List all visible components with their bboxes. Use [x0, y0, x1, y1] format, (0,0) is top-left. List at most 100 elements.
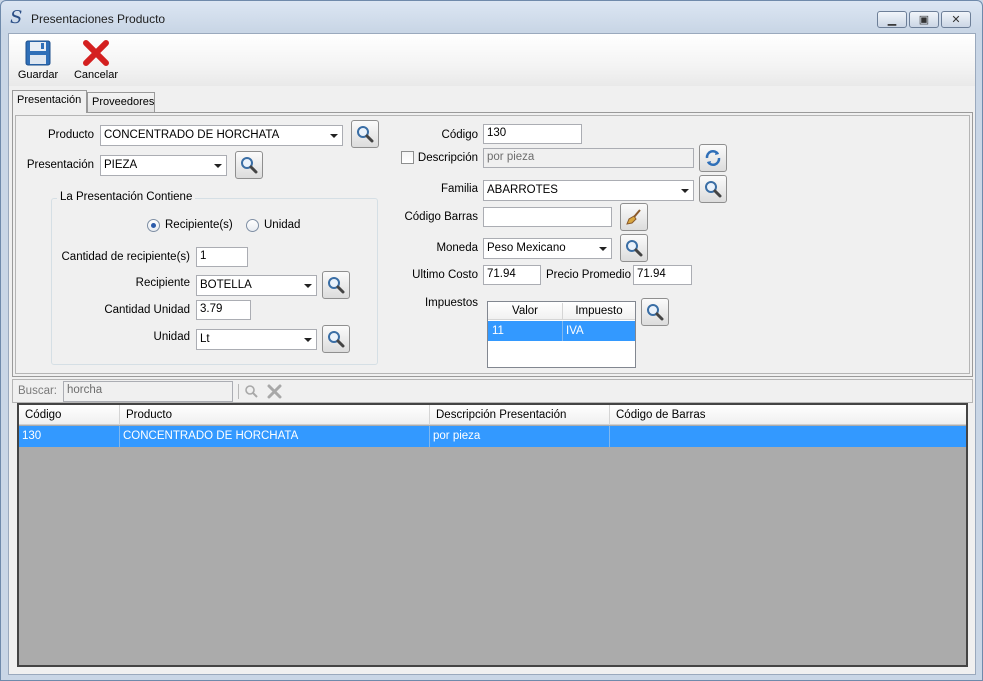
cantidad-unidad-label: Cantidad Unidad [104, 304, 190, 316]
minimize-icon: ▁ [887, 14, 897, 26]
taxes-cell-impuesto: IVA [566, 325, 584, 337]
client-area: Guardar Cancelar Presentación Proveedore… [8, 33, 976, 675]
codigo-barras-label: Código Barras [404, 211, 478, 223]
descripcion-input[interactable]: por pieza [483, 148, 694, 168]
recipiente-value: BOTELLA [200, 279, 252, 291]
unidad-label: Unidad [153, 331, 190, 343]
cell-divider [562, 321, 563, 341]
toolbar-separator [238, 384, 239, 399]
search-input[interactable]: horcha [63, 381, 233, 402]
maximize-icon: ▣ [918, 14, 930, 26]
grid-header-codigo-barras[interactable]: Código de Barras [610, 405, 966, 425]
taxes-table[interactable]: Valor Impuesto 11 IVA [487, 301, 636, 368]
magnifier-icon [357, 126, 374, 143]
title-bar: S Presentaciones Producto ▁ ▣ ✕ [1, 1, 982, 33]
radio-unidad[interactable] [246, 219, 259, 232]
refresh-description-button[interactable] [699, 144, 727, 172]
taxes-header: Valor Impuesto [488, 302, 635, 320]
red-x-icon [83, 40, 109, 66]
taxes-header-impuesto: Impuesto [575, 305, 623, 317]
presentacion-search-button[interactable] [235, 151, 263, 179]
toolbar: Guardar Cancelar [9, 34, 975, 86]
unidad-combo[interactable]: Lt [196, 329, 317, 350]
producto-search-button[interactable] [351, 120, 379, 148]
codigo-input[interactable]: 130 [483, 124, 582, 144]
magnifier-icon [626, 240, 643, 257]
magnifier-icon [705, 181, 722, 198]
presentation-contains-group: La Presentación Contiene Recipiente(s) U… [51, 191, 378, 365]
moneda-combo[interactable]: Peso Mexicano [483, 238, 612, 259]
cancel-label: Cancelar [73, 69, 119, 81]
familia-value: ABARROTES [487, 184, 558, 196]
precio-promedio-label: Precio Promedio [546, 269, 632, 281]
grid-cell-producto: CONCENTRADO DE HORCHATA [120, 426, 430, 447]
chevron-down-icon [599, 247, 607, 251]
chevron-down-icon [330, 134, 338, 138]
presentacion-value: PIEZA [104, 159, 138, 171]
chevron-down-icon [214, 164, 222, 168]
tab-presentacion[interactable]: Presentación [12, 90, 87, 113]
unidad-value: Lt [200, 333, 210, 345]
broom-icon [626, 209, 641, 225]
recipiente-search-button[interactable] [322, 271, 350, 299]
magnifier-icon [328, 331, 345, 348]
codigo-barras-input[interactable] [483, 207, 612, 227]
minimize-button[interactable]: ▁ [877, 11, 907, 28]
ultimo-costo-label: Ultimo Costo [412, 269, 478, 281]
moneda-label: Moneda [436, 242, 478, 254]
unidad-search-button[interactable] [322, 325, 350, 353]
taxes-row[interactable]: 11 IVA [488, 321, 635, 341]
cantidad-unidad-input[interactable]: 3.79 [196, 300, 251, 320]
app-window: S Presentaciones Producto ▁ ▣ ✕ Guardar … [0, 0, 983, 681]
save-button[interactable]: Guardar [12, 38, 64, 84]
recipiente-label: Recipiente [135, 277, 190, 289]
grid-cell-codigo: 130 [19, 426, 120, 447]
presentacion-combo[interactable]: PIEZA [100, 155, 227, 176]
close-window-button[interactable]: ✕ [941, 11, 971, 28]
grid-header-descripcion[interactable]: Descripción Presentación [430, 405, 610, 425]
results-grid[interactable]: Código Producto Descripción Presentación… [17, 403, 968, 667]
grid-header-producto[interactable]: Producto [120, 405, 430, 425]
cancel-button[interactable]: Cancelar [70, 38, 122, 84]
cantidad-recipiente-label: Cantidad de recipiente(s) [61, 251, 191, 263]
magnifier-icon [647, 304, 664, 321]
impuestos-label: Impuestos [424, 297, 478, 309]
grid-header-codigo[interactable]: Código [19, 405, 120, 425]
chevron-down-icon [304, 284, 312, 288]
chevron-down-icon [304, 338, 312, 342]
moneda-search-button[interactable] [620, 234, 648, 262]
precio-promedio-input[interactable]: 71.94 [633, 265, 692, 285]
recipiente-combo[interactable]: BOTELLA [196, 275, 317, 296]
refresh-icon [705, 150, 721, 166]
impuestos-search-button[interactable] [641, 298, 669, 326]
familia-label: Familia [440, 183, 478, 195]
floppy-disk-icon [25, 40, 51, 66]
grid-cell-descripcion: por pieza [430, 426, 610, 447]
magnifier-icon [328, 277, 345, 294]
ultimo-costo-input[interactable]: 71.94 [483, 265, 541, 285]
magnifier-icon [241, 157, 258, 174]
tab-proveedores[interactable]: Proveedores [87, 92, 155, 112]
search-icon[interactable] [244, 384, 259, 399]
grid-header: Código Producto Descripción Presentación… [19, 405, 966, 425]
cantidad-recipiente-input[interactable]: 1 [196, 247, 248, 267]
clear-barcode-button[interactable] [620, 203, 648, 231]
save-label: Guardar [17, 69, 59, 81]
maximize-button[interactable]: ▣ [909, 11, 939, 28]
presentacion-label: Presentación [26, 159, 94, 171]
chevron-down-icon [681, 189, 689, 193]
radio-recipiente[interactable] [147, 219, 160, 232]
clear-search-icon[interactable] [267, 384, 282, 399]
search-bar: Buscar: horcha [12, 379, 973, 403]
producto-label: Producto [47, 129, 94, 141]
window-title: Presentaciones Producto [31, 12, 166, 26]
table-row[interactable]: 130 CONCENTRADO DE HORCHATA por pieza [19, 426, 966, 447]
producto-combo[interactable]: CONCENTRADO DE HORCHATA [100, 125, 343, 146]
app-icon: S [10, 7, 23, 28]
producto-value: CONCENTRADO DE HORCHATA [104, 129, 280, 141]
familia-combo[interactable]: ABARROTES [483, 180, 694, 201]
grid-cell-codigo-barras [610, 426, 966, 447]
form-panel: Producto CONCENTRADO DE HORCHATA Present… [15, 115, 970, 374]
close-icon: ✕ [951, 14, 961, 26]
familia-search-button[interactable] [699, 175, 727, 203]
